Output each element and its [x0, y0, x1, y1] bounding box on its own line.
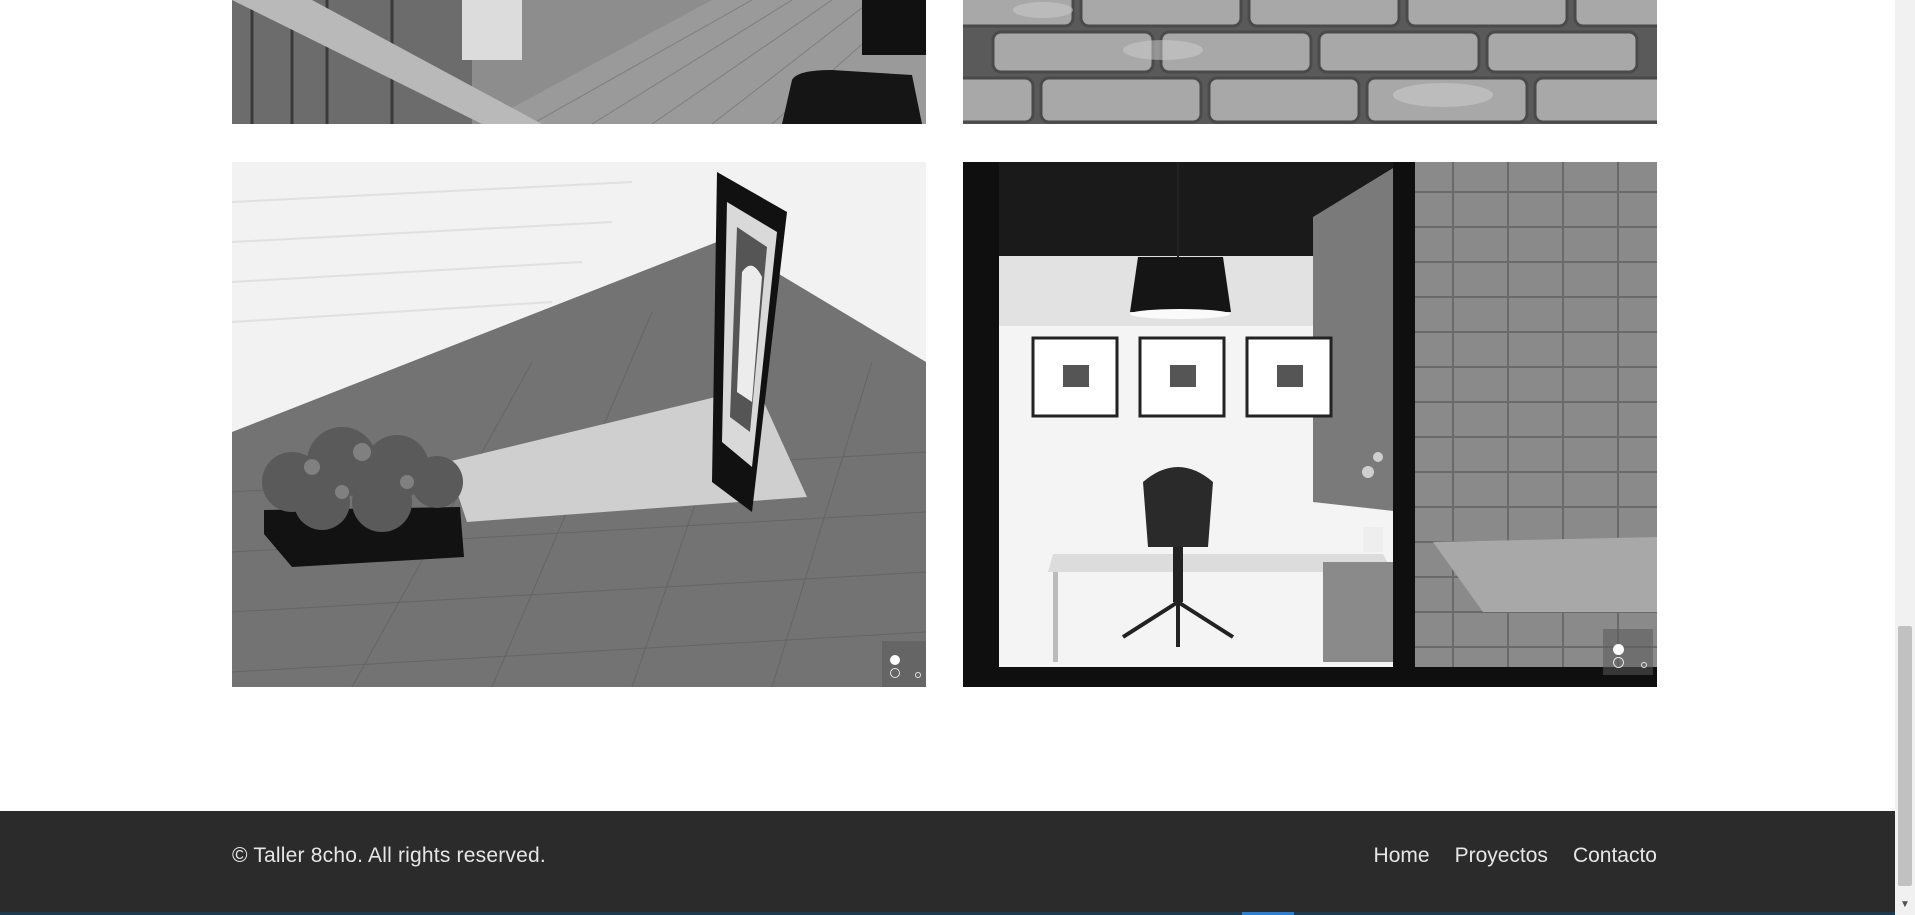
office-interior-graphic	[963, 162, 1657, 687]
slide-dot-3[interactable]	[1641, 662, 1647, 668]
slider-indicators	[882, 641, 926, 687]
footer-link-contacto[interactable]: Contacto	[1573, 844, 1657, 868]
office-interior-image[interactable]	[963, 162, 1657, 687]
slide-dot-3[interactable]	[915, 672, 921, 678]
stairs-interior-image[interactable]	[232, 0, 926, 124]
copyright-text: © Taller 8cho. All rights reserved.	[232, 844, 546, 867]
brick-wall-graphic	[963, 0, 1657, 124]
scroll-down-arrow-icon[interactable]: ▼	[1899, 899, 1911, 911]
planter-bench-graphic	[232, 162, 926, 687]
footer-link-proyectos[interactable]: Proyectos	[1455, 844, 1548, 868]
stairs-interior-graphic	[232, 0, 926, 124]
page: © Taller 8cho. All rights reserved. Home…	[0, 0, 1895, 915]
page-scrollbar[interactable]: ▼	[1895, 0, 1915, 915]
planter-bench-image[interactable]	[232, 162, 926, 687]
scrollbar-thumb[interactable]	[1898, 626, 1912, 886]
slide-dot-2[interactable]	[1613, 657, 1624, 668]
footer-link-home[interactable]: Home	[1374, 844, 1430, 868]
footer-nav: Home Proyectos Contacto	[1374, 844, 1657, 868]
slide-dot-1[interactable]	[1613, 644, 1624, 655]
brick-wall-image[interactable]	[963, 0, 1657, 124]
slider-indicators	[1603, 629, 1653, 675]
slide-dot-1[interactable]	[890, 655, 900, 665]
slide-dot-2[interactable]	[890, 668, 900, 678]
site-footer: © Taller 8cho. All rights reserved. Home…	[0, 811, 1895, 915]
